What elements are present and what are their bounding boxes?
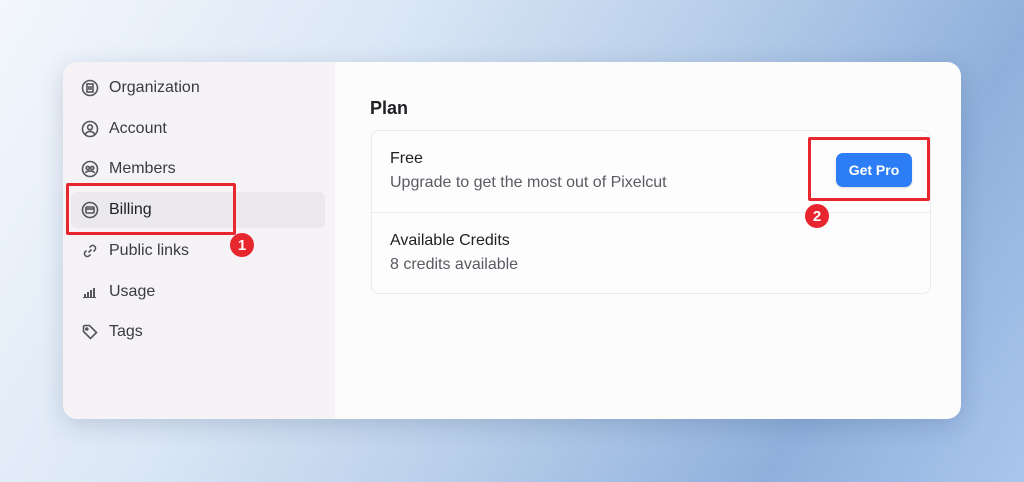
credits-row: Available Credits 8 credits available [390,232,518,274]
building-icon [81,79,99,97]
sidebar-item-label: Usage [109,283,156,300]
plan-description: Upgrade to get the most out of Pixelcut [390,174,667,191]
section-title: Plan [370,98,409,118]
link-icon [81,242,99,260]
plan-name: Free [390,150,423,167]
settings-window: Organization Account Members Billing Pub… [63,62,961,419]
tag-icon [81,323,99,341]
sidebar-item-label: Public links [109,242,190,259]
sidebar-item-label: Organization [109,79,200,96]
main-content: Plan Free Upgrade to get the most out of… [335,62,961,419]
sidebar-item-tags[interactable]: Tags [71,314,325,350]
sidebar-item-account[interactable]: Account [71,111,325,147]
step-badge-2: 2 [805,204,829,228]
credits-title: Available Credits [390,232,510,249]
sidebar-item-label: Account [109,120,167,137]
get-pro-button[interactable]: Get Pro [836,153,912,187]
divider [372,212,930,213]
sidebar: Organization Account Members Billing Pub… [63,62,335,419]
members-icon [81,160,99,178]
sidebar-item-label: Tags [109,323,143,340]
sidebar-item-usage[interactable]: Usage [71,274,325,310]
sidebar-item-members[interactable]: Members [71,151,325,187]
sidebar-item-billing[interactable]: Billing [71,192,325,228]
credits-value: 8 credits available [390,256,519,273]
bar-chart-icon [81,283,99,301]
sidebar-item-label: Members [109,160,176,177]
credit-card-icon [81,201,99,219]
user-circle-icon [81,120,99,138]
step-badge-1: 1 [230,233,254,257]
plan-card: Free Upgrade to get the most out of Pixe… [371,130,931,294]
sidebar-item-label: Billing [109,201,152,218]
plan-row: Free Upgrade to get the most out of Pixe… [390,150,667,192]
sidebar-item-organization[interactable]: Organization [71,70,325,106]
sidebar-item-public-links[interactable]: Public links [71,233,325,269]
